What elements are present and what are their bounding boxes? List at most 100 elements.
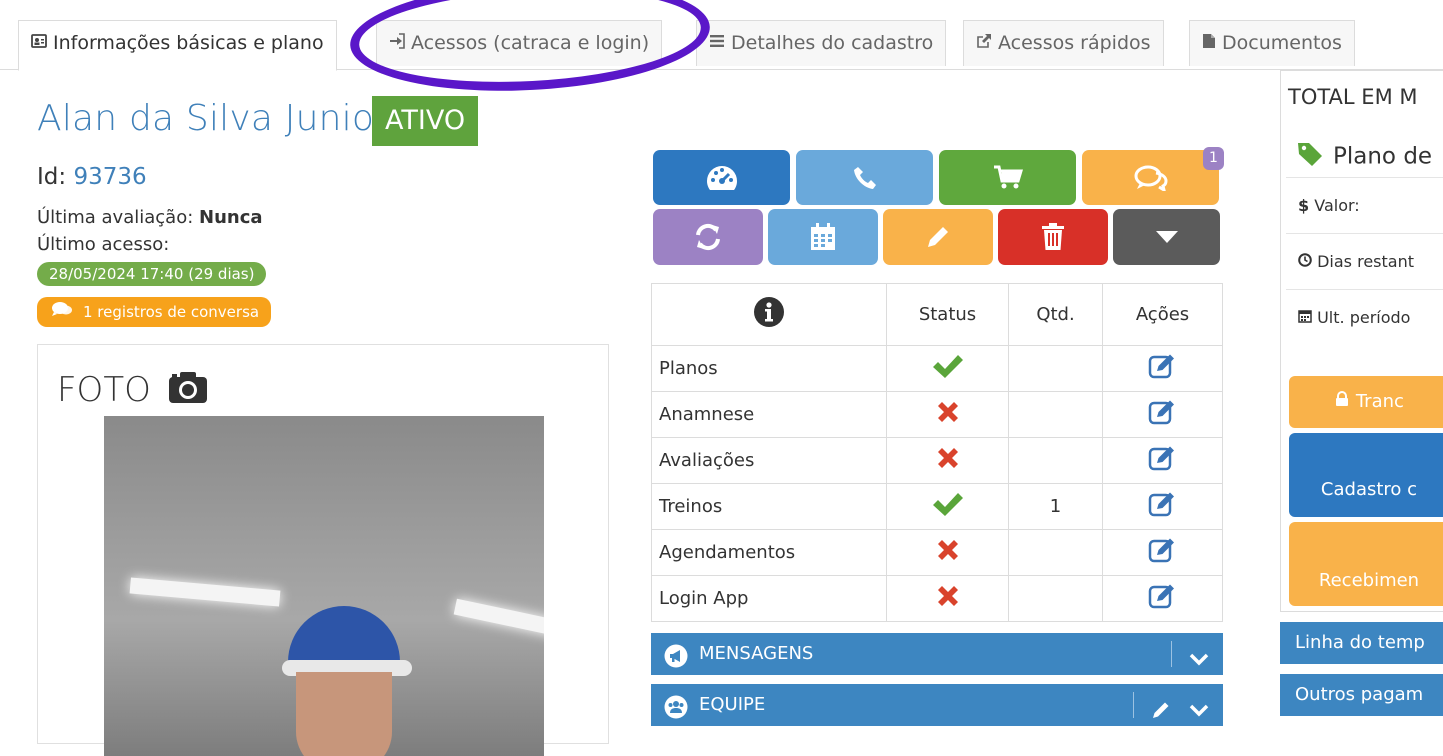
- row-status: [886, 437, 1009, 484]
- photo-panel: FOTO: [37, 344, 609, 756]
- delete-button[interactable]: [998, 209, 1108, 265]
- trash-icon: [1042, 223, 1064, 250]
- row-status: [886, 345, 1009, 392]
- timeline-accordion[interactable]: Linha do temp: [1280, 622, 1443, 664]
- row-qtd: [1008, 391, 1103, 438]
- student-photo[interactable]: [104, 416, 544, 756]
- row-actions: [1102, 391, 1223, 438]
- check-icon: [931, 493, 965, 522]
- divider: [1171, 641, 1172, 667]
- chevron-down-icon[interactable]: [1189, 694, 1209, 736]
- clock-icon: [1298, 252, 1317, 271]
- photo-title-text: FOTO: [57, 370, 151, 410]
- tab-documentos[interactable]: Documentos: [1189, 20, 1355, 66]
- calendar-icon: [811, 223, 835, 250]
- table-row: Login App: [651, 575, 1223, 622]
- row-label: Planos: [651, 345, 887, 392]
- last-eval-label: Última avaliação:: [37, 207, 194, 228]
- pencil-icon[interactable]: [1151, 694, 1171, 736]
- tab-label: Detalhes do cadastro: [731, 32, 934, 54]
- student-id: Id: 93736: [37, 164, 147, 190]
- row-label: Treinos: [651, 483, 887, 530]
- camera-icon[interactable]: [168, 370, 208, 413]
- group-icon: [664, 693, 688, 735]
- cadastro-button[interactable]: Cadastro c: [1289, 433, 1443, 517]
- row-qtd: [1008, 529, 1103, 576]
- cart-button[interactable]: [939, 150, 1076, 205]
- photo-title: FOTO: [57, 370, 208, 413]
- table-row: Agendamentos: [651, 529, 1223, 576]
- row-label: Anamnese: [651, 391, 887, 438]
- table-row: Treinos 1: [651, 483, 1223, 530]
- status-header: Status: [886, 283, 1009, 346]
- row-qtd: [1008, 575, 1103, 622]
- row-qtd: [1008, 437, 1103, 484]
- pencil-icon: [928, 227, 948, 247]
- id-value[interactable]: 93736: [73, 164, 146, 190]
- edit-button[interactable]: [883, 209, 993, 265]
- recebimentos-button[interactable]: Recebimen: [1289, 522, 1443, 606]
- id-label: Id:: [37, 164, 67, 190]
- row-actions: [1102, 575, 1223, 622]
- tab-detalhes-cadastro[interactable]: Detalhes do cadastro: [696, 20, 947, 66]
- other-payments-accordion[interactable]: Outros pagam: [1280, 674, 1443, 716]
- tab-acessos-rapidos[interactable]: Acessos rápidos: [963, 20, 1164, 66]
- row-qtd: [1008, 345, 1103, 392]
- info-icon: [754, 297, 784, 327]
- info-header: [651, 283, 887, 346]
- panel-heading: TOTAL EM M: [1288, 85, 1418, 109]
- cross-icon: [935, 586, 961, 614]
- renew-button[interactable]: [653, 209, 763, 265]
- conversation-badge[interactable]: 1 registros de conversa: [37, 297, 272, 327]
- qtd-header: Qtd.: [1008, 283, 1103, 346]
- team-accordion-title: EQUIPE: [699, 694, 766, 715]
- last-evaluation: Última avaliação: Nunca: [37, 207, 263, 228]
- cross-icon: [935, 448, 961, 476]
- phone-button[interactable]: [796, 150, 933, 205]
- chevron-down-icon[interactable]: [1189, 643, 1209, 685]
- dollar-icon: $: [1298, 196, 1310, 215]
- face: [296, 672, 392, 756]
- recebimentos-label: Recebimen: [1318, 570, 1420, 591]
- tab-informacoes-basicas[interactable]: Informações básicas e plano: [18, 20, 337, 71]
- tab-label: Documentos: [1222, 32, 1342, 54]
- phone-icon: [853, 166, 876, 189]
- trancar-button[interactable]: Tranc: [1289, 376, 1443, 428]
- edit-icon[interactable]: [1148, 538, 1178, 568]
- last-access-badge: 28/05/2024 17:40 (29 dias): [37, 262, 267, 286]
- edit-icon[interactable]: [1148, 400, 1178, 430]
- cart-icon: [993, 165, 1023, 188]
- edit-icon[interactable]: [1148, 584, 1178, 614]
- edit-icon[interactable]: [1148, 446, 1178, 476]
- status-badge: ATIVO: [372, 96, 479, 146]
- row-label: Agendamentos: [651, 529, 887, 576]
- id-card-icon: [31, 22, 47, 66]
- conversation-text: 1 registros de conversa: [83, 303, 260, 321]
- ceiling-lamp: [453, 598, 544, 640]
- sign-in-icon: [389, 22, 405, 66]
- calendar-button[interactable]: [768, 209, 878, 265]
- row-status: [886, 483, 1009, 530]
- plan-title-text: Plano de: [1333, 143, 1433, 170]
- tab-label: Acessos rápidos: [998, 32, 1151, 54]
- tachometer-icon: [706, 165, 737, 190]
- cadastro-label: Cadastro c: [1320, 479, 1418, 500]
- edit-icon[interactable]: [1148, 354, 1178, 384]
- edit-icon[interactable]: [1148, 492, 1178, 522]
- messages-accordion[interactable]: MENSAGENS: [651, 633, 1223, 675]
- checklist-table: Status Qtd. Ações Planos Anamnese Avaliaçõ…: [651, 283, 1223, 622]
- more-options-button[interactable]: [1113, 209, 1220, 265]
- dashboard-button[interactable]: [653, 150, 790, 205]
- row-label: Login App: [651, 575, 887, 622]
- row-status: [886, 529, 1009, 576]
- acoes-header: Ações: [1102, 283, 1223, 346]
- tab-acessos[interactable]: Acessos (catraca e login): [376, 20, 663, 66]
- last-eval-value: Nunca: [199, 207, 263, 228]
- external-link-icon: [976, 22, 992, 66]
- calendar-icon: [1298, 308, 1317, 327]
- bullhorn-icon: [664, 642, 688, 684]
- file-icon: [1202, 22, 1216, 66]
- messages-accordion-title: MENSAGENS: [699, 643, 814, 664]
- trancar-label: Tranc: [1355, 391, 1404, 412]
- messages-button[interactable]: [1082, 150, 1219, 205]
